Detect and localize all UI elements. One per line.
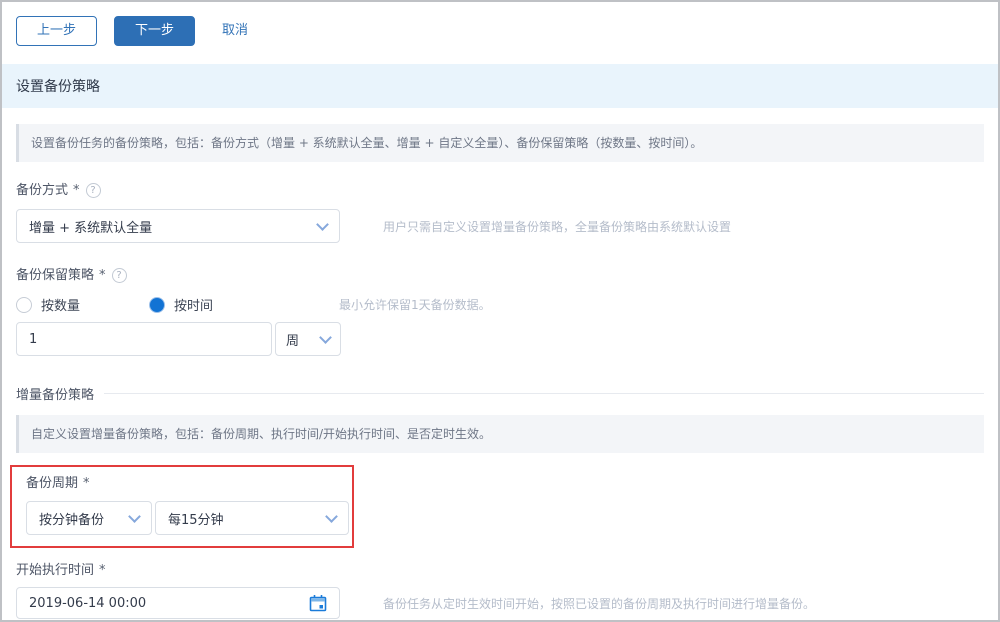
page-title: 设置备份策略	[16, 79, 100, 95]
incremental-intro-note: 自定义设置增量备份策略，包括：备份周期、执行时间/开始执行时间、是否定时生效。	[16, 415, 984, 453]
cycle-mode-value: 按分钟备份	[39, 509, 104, 528]
retention-policy-label-text: 备份保留策略	[16, 267, 94, 284]
help-icon[interactable]: ?	[86, 183, 101, 198]
backup-method-label-text: 备份方式	[16, 182, 68, 199]
retention-hint: 最小允许保留1天备份数据。	[339, 296, 491, 313]
start-time-value: 2019-06-14 00:00	[29, 596, 146, 611]
cycle-interval-select[interactable]: 每15分钟	[155, 501, 349, 535]
retention-value-row: 周	[16, 322, 984, 356]
required-mark: *	[73, 182, 80, 199]
calendar-icon[interactable]	[309, 594, 327, 612]
incremental-section-title: 增量备份策略	[16, 384, 94, 403]
intro-note: 设置备份任务的备份策略，包括：备份方式（增量 + 系统默认全量、增量 + 自定义…	[16, 124, 984, 162]
chevron-down-icon	[316, 218, 329, 231]
chevron-down-icon	[128, 510, 141, 523]
backup-method-select[interactable]: 增量 + 系统默认全量	[16, 209, 340, 243]
start-time-hint: 备份任务从定时生效时间开始，按照已设置的备份周期及执行时间进行增量备份。	[383, 595, 815, 612]
incremental-intro-text: 自定义设置增量备份策略，包括：备份周期、执行时间/开始执行时间、是否定时生效。	[31, 427, 491, 441]
required-mark: *	[99, 562, 106, 579]
cycle-interval-value: 每15分钟	[168, 509, 224, 528]
backup-cycle-label: 备份周期 *	[16, 475, 352, 492]
retention-value-input[interactable]	[16, 322, 272, 356]
start-time-label-text: 开始执行时间	[16, 562, 94, 579]
chevron-down-icon	[319, 331, 332, 344]
required-mark: *	[99, 267, 106, 284]
retention-mode-radios: 按数量 按时间 最小允许保留1天备份数据。	[16, 295, 984, 314]
backup-cycle-label-text: 备份周期	[26, 475, 78, 492]
cancel-button[interactable]: 取消	[222, 16, 248, 46]
section-divider-line	[104, 393, 984, 394]
chevron-down-icon	[325, 510, 338, 523]
radio-by-count-label: 按数量	[41, 295, 80, 314]
start-time-label: 开始执行时间 *	[16, 562, 984, 579]
radio-checked-icon	[149, 297, 165, 313]
intro-note-text: 设置备份任务的备份策略，包括：备份方式（增量 + 系统默认全量、增量 + 自定义…	[31, 136, 702, 150]
help-icon[interactable]: ?	[112, 268, 127, 283]
retention-unit-select[interactable]: 周	[275, 322, 341, 356]
radio-unchecked-icon	[16, 297, 32, 313]
next-step-button[interactable]: 下一步	[114, 16, 195, 46]
backup-method-label: 备份方式 * ?	[16, 182, 984, 199]
highlight-box: 备份周期 * 按分钟备份 每15分钟	[10, 465, 354, 548]
backup-method-row: 增量 + 系统默认全量 用户只需自定义设置增量备份策略，全量备份策略由系统默认设…	[16, 209, 984, 243]
required-mark: *	[83, 475, 90, 492]
backup-method-hint: 用户只需自定义设置增量备份策略，全量备份策略由系统默认设置	[383, 218, 731, 235]
start-time-input[interactable]: 2019-06-14 00:00	[16, 587, 340, 619]
cycle-mode-select[interactable]: 按分钟备份	[26, 501, 152, 535]
backup-cycle-row: 按分钟备份 每15分钟	[16, 501, 352, 535]
page-header: 设置备份策略	[2, 64, 998, 108]
retention-unit-value: 周	[286, 330, 299, 349]
start-time-row: 2019-06-14 00:00 备份任务从定时生效时间开始，按照已设置的备份周…	[16, 587, 984, 619]
prev-step-button[interactable]: 上一步	[16, 16, 97, 46]
radio-by-count[interactable]: 按数量	[16, 295, 149, 314]
radio-by-time-label: 按时间	[174, 295, 213, 314]
radio-by-time[interactable]: 按时间	[149, 295, 282, 314]
form-content: 设置备份任务的备份策略，包括：备份方式（增量 + 系统默认全量、增量 + 自定义…	[2, 124, 998, 619]
toolbar: 上一步 下一步 取消	[2, 2, 998, 46]
retention-policy-label: 备份保留策略 * ?	[16, 267, 984, 284]
incremental-section-header: 增量备份策略	[16, 384, 984, 403]
backup-method-value: 增量 + 系统默认全量	[29, 217, 152, 236]
